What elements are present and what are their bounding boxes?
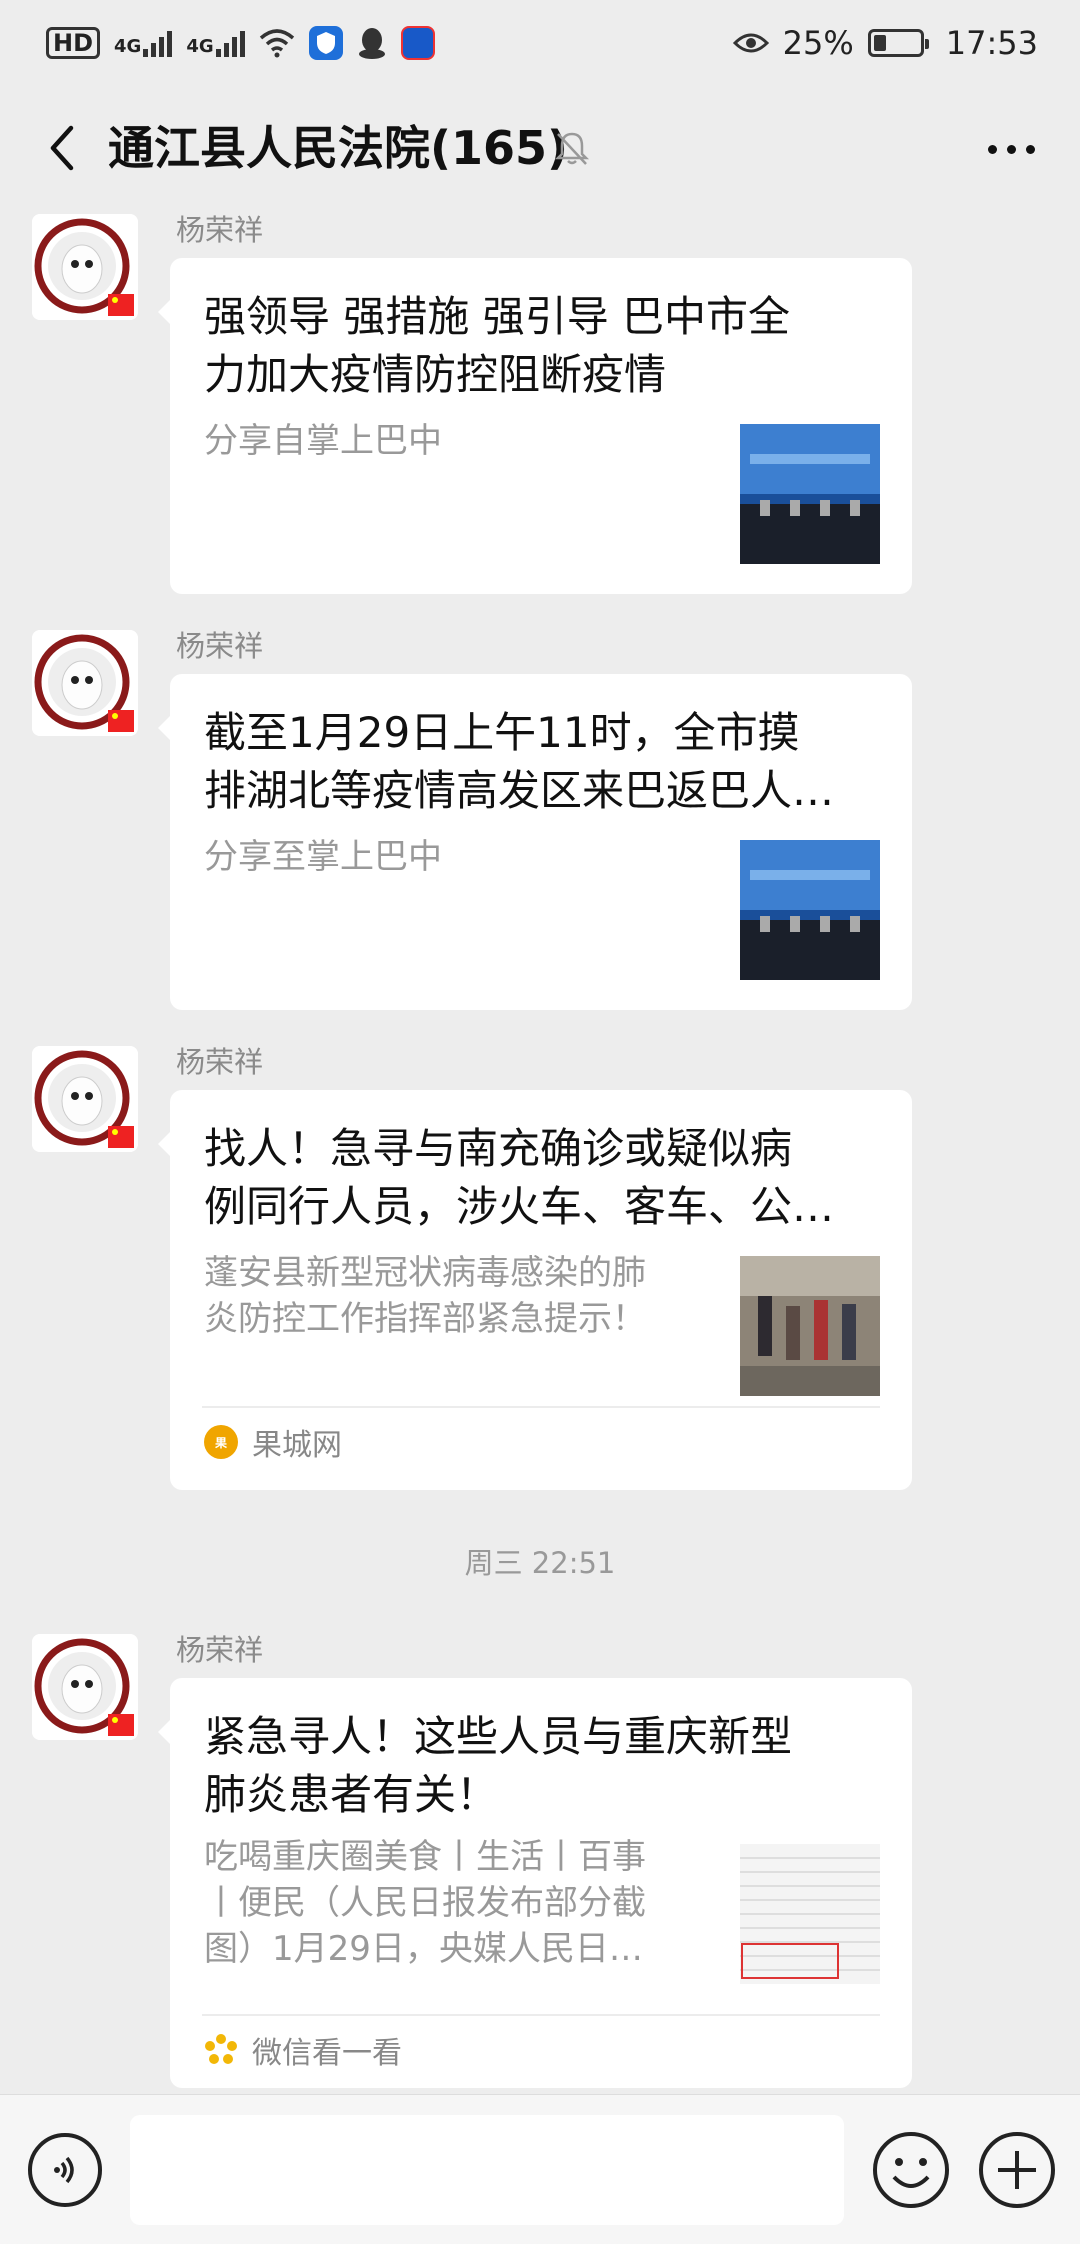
autohome-app-icon [400,26,435,60]
battery-percent: 25% [782,24,854,62]
card-desc-line: 蓬安县新型冠状病毒感染的肺 [204,1253,646,1293]
card-desc-line: 炎防控工作指挥部紧急提示！ [204,1299,646,1339]
card-title-line: 紧急寻人！这些人员与重庆新型 [204,1712,793,1761]
card-thumbnail [740,840,880,980]
status-bar: HD 4G 4G 25% 17:53 [0,0,1080,86]
card-title-line: 找人！急寻与南充确诊或疑似病 [204,1124,793,1173]
card-desc-line: 丨便民（人民日报发布部分截 [204,1883,646,1923]
card-thumbnail [740,1256,880,1396]
wifi-icon [259,29,294,58]
sender-name: 杨荣祥 [176,1633,264,1667]
network-type-2: 4G [186,36,214,57]
link-card[interactable]: 找人！急寻与南充确诊或疑似病 例同行人员，涉火车、客车、公… 蓬安县新型冠状病毒… [158,1090,912,1490]
card-title-line: 截至1月29日上午11时，全市摸 [204,708,800,757]
link-card[interactable]: 紧急寻人！这些人员与重庆新型 肺炎患者有关！ 吃喝重庆圈美食丨生活丨百事 丨便民… [158,1678,912,2088]
card-desc-line: 分享至掌上巴中 [204,837,442,877]
avatar[interactable] [32,630,138,736]
back-button[interactable] [30,116,94,180]
card-source: 果 果城网 [202,1406,880,1476]
card-title-line: 排湖北等疫情高发区来巴返巴人… [204,766,835,815]
voice-input-button[interactable] [28,2133,102,2207]
card-title: 紧急寻人！这些人员与重庆新型 肺炎患者有关！ [204,1708,884,1824]
avatar[interactable] [32,1046,138,1152]
signal-bars-icon [143,29,173,57]
shield-app-icon [308,26,343,60]
card-title: 找人！急寻与南充确诊或疑似病 例同行人员，涉火车、客车、公… [204,1120,884,1236]
card-thumbnail [740,1844,880,1984]
smiley-icon [873,2132,949,2208]
guocheng-logo-icon: 果 [204,1425,238,1459]
input-bar [0,2094,1080,2244]
card-title-line: 例同行人员，涉火车、客车、公… [204,1182,835,1231]
signal-bars-icon [215,29,245,57]
card-desc-line: 吃喝重庆圈美食丨生活丨百事 [204,1837,646,1877]
card-desc-line: 图）1月29日，央媒人民日… [204,1929,643,1969]
muted-bell-icon [554,132,590,165]
card-title-line: 强领导 强措施 强引导 巴中市全 [204,292,791,341]
timestamp-divider: 周三 22:51 [464,1546,616,1580]
clock: 17:53 [945,24,1038,62]
voice-icon [54,2156,74,2184]
qq-penguin-icon [358,28,385,59]
plus-icon [979,2132,1055,2208]
chevron-left-icon [50,125,74,171]
signal-1: 4G [114,29,173,57]
card-description: 分享至掌上巴中 [204,834,704,880]
more-actions-button[interactable] [976,2129,1058,2211]
wechat-look-icon [205,2034,237,2064]
more-options-button[interactable] [976,124,1046,174]
card-title: 截至1月29日上午11时，全市摸 排湖北等疫情高发区来巴返巴人… [204,704,884,820]
avatar[interactable] [32,214,138,320]
sender-name: 杨荣祥 [176,629,264,663]
card-source-name: 微信看一看 [252,2036,402,2071]
card-title: 强领导 强措施 强引导 巴中市全 力加大疫情防控阻断疫情 [204,288,884,404]
hd-badge: HD [46,27,101,59]
card-description: 蓬安县新型冠状病毒感染的肺 炎防控工作指挥部紧急提示！ [204,1250,704,1342]
eye-icon [732,33,769,53]
emoji-button[interactable] [870,2129,952,2211]
battery-icon [867,29,929,57]
card-desc-line: 分享自掌上巴中 [204,421,442,461]
avatar[interactable] [32,1634,138,1740]
card-description: 吃喝重庆圈美食丨生活丨百事 丨便民（人民日报发布部分截 图）1月29日，央媒人民… [204,1834,704,1972]
card-source: 微信看一看 [202,2014,880,2084]
link-card[interactable]: 截至1月29日上午11时，全市摸 排湖北等疫情高发区来巴返巴人… 分享至掌上巴中 [158,674,912,1010]
signal-2: 4G [186,29,245,57]
card-description: 分享自掌上巴中 [204,418,704,464]
chat-header: 通江县人民法院(165) [0,86,1080,216]
link-card[interactable]: 强领导 强措施 强引导 巴中市全 力加大疫情防控阻断疫情 分享自掌上巴中 [158,258,912,594]
network-type-1: 4G [114,36,142,57]
sender-name: 杨荣祥 [176,213,264,247]
sender-name: 杨荣祥 [176,1045,264,1079]
message-input[interactable] [130,2115,844,2225]
card-source-name: 果城网 [252,1428,342,1463]
card-title-line: 力加大疫情防控阻断疫情 [204,350,667,399]
chat-title: 通江县人民法院(165) [108,121,569,175]
card-title-line: 肺炎患者有关！ [204,1770,499,1819]
card-thumbnail [740,424,880,564]
